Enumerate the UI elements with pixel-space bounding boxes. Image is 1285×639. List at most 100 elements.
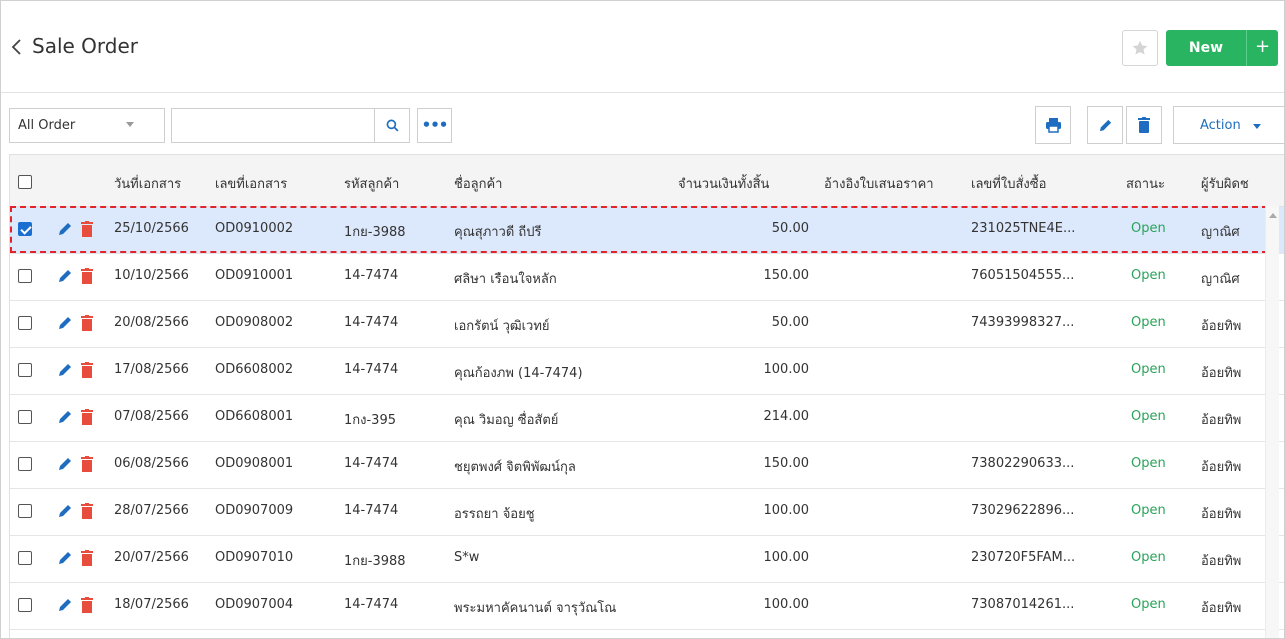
pencil-icon[interactable] — [57, 221, 73, 237]
table-header: วันที่เอกสาร เลขที่เอกสาร รหัสลูกค้า ชื่… — [10, 155, 1284, 207]
cell-status: Open — [1131, 221, 1166, 236]
edit-selected-button[interactable] — [1087, 106, 1123, 144]
trash-icon[interactable] — [81, 362, 93, 378]
row-checkbox[interactable] — [18, 222, 32, 236]
cell-date: 10/10/2566 — [114, 268, 189, 283]
cell-status: Open — [1131, 362, 1166, 377]
cell-owner: อ้อยทิพ — [1201, 460, 1242, 475]
cell-status: Open — [1131, 409, 1166, 424]
trash-icon[interactable] — [81, 503, 93, 519]
column-header-customer-name[interactable]: ชื่อลูกค้า — [454, 173, 502, 194]
print-button[interactable] — [1035, 106, 1071, 144]
cell-doc-no: OD6608002 — [215, 362, 294, 377]
pencil-icon[interactable] — [57, 268, 73, 284]
favorite-button[interactable] — [1122, 30, 1158, 66]
scroll-up-arrow-icon[interactable] — [1269, 213, 1277, 218]
row-checkbox[interactable] — [18, 551, 32, 565]
cell-customer-code: 14-7474 — [344, 362, 399, 377]
cell-status: Open — [1131, 268, 1166, 283]
cell-date: 07/08/2566 — [114, 409, 189, 424]
cell-date: 06/08/2566 — [114, 456, 189, 471]
row-checkbox[interactable] — [18, 598, 32, 612]
row-checkbox[interactable] — [18, 269, 32, 283]
pencil-icon[interactable] — [57, 597, 73, 613]
cell-status: Open — [1131, 503, 1166, 518]
select-all-checkbox[interactable] — [18, 175, 32, 189]
cell-date: 17/08/2566 — [114, 362, 189, 377]
column-header-customer-code[interactable]: รหัสลูกค้า — [344, 173, 399, 194]
cell-date: 28/07/2566 — [114, 503, 189, 518]
search-input[interactable] — [171, 108, 375, 143]
cell-doc-no: OD0908001 — [215, 456, 294, 471]
column-header-amount[interactable]: จำนวนเงินทั้งสิ้น — [678, 173, 769, 194]
cell-status: Open — [1131, 597, 1166, 612]
pencil-icon[interactable] — [57, 550, 73, 566]
cell-customer-name: S*w — [454, 550, 480, 565]
trash-icon[interactable] — [81, 221, 93, 237]
table-row[interactable]: 10/10/2566 OD0910001 14-7474 ศลิษา เรือนใจห… — [10, 254, 1284, 301]
cell-status: Open — [1131, 456, 1166, 471]
table-row[interactable]: 06/08/2566 OD0908001 14-7474 ชยุตพงศ์ จิตพิ… — [10, 442, 1284, 489]
row-checkbox[interactable] — [18, 363, 32, 377]
pencil-icon[interactable] — [57, 409, 73, 425]
table-row[interactable]: 20/07/2566 OD0907010 1กย-3988 S*w 100.00 2307… — [10, 536, 1284, 583]
table-row[interactable]: 18/07/2566 OD0907004 14-7474 พระมหาคัคนานต์… — [10, 583, 1284, 630]
new-button-label[interactable]: New — [1166, 30, 1246, 66]
cell-doc-no: OD0907004 — [215, 597, 294, 612]
table-row[interactable]: 17/08/2566 OD6608002 14-7474 คุณก้องภพ (14-… — [10, 348, 1284, 395]
cell-doc-no: OD6608001 — [215, 409, 294, 424]
plus-icon[interactable]: + — [1247, 30, 1278, 66]
table-row[interactable]: 25/10/2566 OD0910002 1กย-3988 คุณสุภาวดี ถี… — [10, 207, 1284, 254]
cell-owner: อ้อยทิพ — [1201, 319, 1242, 334]
search-icon — [386, 119, 398, 132]
trash-icon[interactable] — [81, 268, 93, 284]
delete-selected-button[interactable] — [1126, 106, 1162, 144]
ellipsis-icon: ••• — [421, 116, 449, 134]
cell-amount: 100.00 — [763, 503, 810, 518]
table-row[interactable]: 28/07/2566 OD0907009 14-7474 อรรถยา จ้อยชู 1… — [10, 489, 1284, 536]
cell-po-no: 73802290633... — [971, 456, 1075, 471]
trash-icon — [1138, 117, 1150, 133]
order-filter-value: All Order — [18, 118, 76, 133]
row-checkbox[interactable] — [18, 504, 32, 518]
chevron-left-icon[interactable] — [9, 36, 23, 58]
cell-owner: ญาณิศ — [1201, 272, 1240, 287]
order-filter-dropdown[interactable]: All Order — [9, 108, 165, 143]
column-header-date[interactable]: วันที่เอกสาร — [114, 173, 181, 194]
vertical-scrollbar[interactable] — [1265, 206, 1279, 638]
trash-icon[interactable] — [81, 315, 93, 331]
column-header-status[interactable]: สถานะ — [1126, 173, 1165, 194]
trash-icon[interactable] — [81, 409, 93, 425]
pencil-icon[interactable] — [57, 315, 73, 331]
column-header-owner[interactable]: ผู้รับผิดช — [1201, 173, 1249, 194]
cell-po-no: 230720F5FAM... — [971, 550, 1076, 565]
cell-customer-code: 14-7474 — [344, 503, 399, 518]
cell-status: Open — [1131, 315, 1166, 330]
action-dropdown-button[interactable]: Action — [1173, 106, 1284, 144]
column-header-quotation-ref[interactable]: อ้างอิงใบเสนอราคา — [824, 173, 934, 194]
cell-date: 18/07/2566 — [114, 597, 189, 612]
table-row[interactable]: 07/08/2566 OD6608001 1กง-395 คุณ วิมอญ ซื่อ… — [10, 395, 1284, 442]
search-button[interactable] — [375, 108, 410, 143]
cell-amount: 50.00 — [771, 221, 809, 236]
row-checkbox[interactable] — [18, 410, 32, 424]
cell-amount: 214.00 — [763, 409, 810, 424]
more-options-button[interactable]: ••• — [417, 108, 452, 143]
cell-customer-code: 14-7474 — [344, 268, 399, 283]
table-row[interactable]: 20/08/2566 OD0908002 14-7474 เอกรัตน์ วุฒิเ… — [10, 301, 1284, 348]
pencil-icon[interactable] — [57, 362, 73, 378]
cell-customer-code: 1กย-3988 — [344, 554, 406, 569]
trash-icon[interactable] — [81, 456, 93, 472]
new-button[interactable]: New + — [1166, 30, 1278, 66]
column-header-doc-no[interactable]: เลขที่เอกสาร — [215, 173, 287, 194]
pencil-icon[interactable] — [57, 456, 73, 472]
cell-amount: 50.00 — [771, 315, 809, 330]
pencil-icon[interactable] — [57, 503, 73, 519]
cell-date: 25/10/2566 — [114, 221, 189, 236]
trash-icon[interactable] — [81, 550, 93, 566]
column-header-po-no[interactable]: เลขที่ใบสั่งซื้อ — [971, 173, 1046, 194]
caret-down-icon — [1253, 124, 1261, 129]
row-checkbox[interactable] — [18, 457, 32, 471]
trash-icon[interactable] — [81, 597, 93, 613]
row-checkbox[interactable] — [18, 316, 32, 330]
